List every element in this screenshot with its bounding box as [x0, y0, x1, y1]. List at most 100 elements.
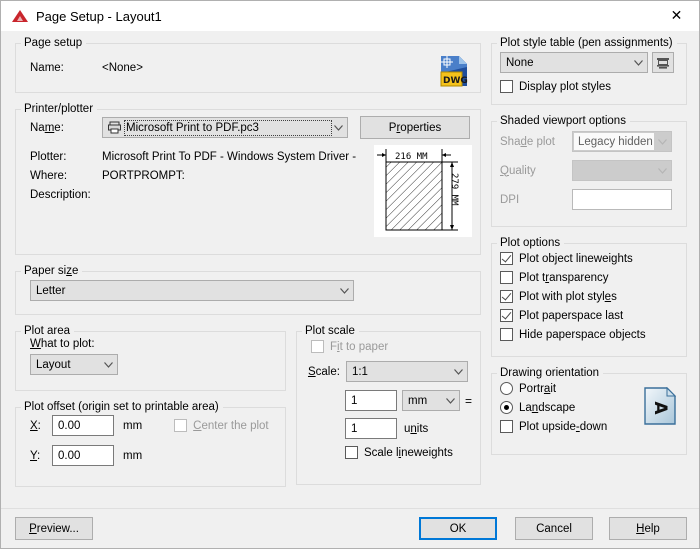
properties-button-label: operties — [400, 122, 441, 134]
plot-style-table-group: Plot style table (pen assignments) None — [491, 37, 687, 105]
plot-transparency-label: Plot transparency — [519, 272, 609, 284]
equals-sign: = — [465, 394, 472, 408]
plot-option-row[interactable]: Plot paperspace last — [500, 309, 678, 322]
plot-offset-y-label: Y: — [30, 450, 52, 462]
page-setup-name-label: Name: — [30, 62, 102, 74]
paper-size-value: Letter — [36, 285, 336, 297]
help-button[interactable]: Help — [609, 517, 687, 540]
plot-offset-x-input[interactable]: 0.00 — [52, 415, 114, 436]
plot-style-edit-button[interactable] — [652, 52, 674, 73]
plot-scale-legend: Plot scale — [302, 325, 359, 337]
close-icon[interactable]: ✕ — [654, 1, 699, 30]
paper-size-combo[interactable]: Letter — [30, 280, 354, 301]
drawing-orientation-legend: Drawing orientation — [497, 367, 603, 379]
scale-denominator-input[interactable]: 1 — [345, 418, 397, 439]
shade-plot-label: Shade plot — [500, 136, 572, 148]
what-to-plot-combo[interactable]: Layout — [30, 354, 118, 375]
plot-options-legend: Plot options — [497, 237, 564, 249]
svg-text:A: A — [650, 401, 670, 415]
shaded-viewport-group: Shaded viewport options Shade plot Legac… — [491, 115, 687, 227]
preview-button-label: review... — [37, 523, 79, 535]
fit-to-paper-checkbox[interactable] — [311, 340, 324, 353]
portrait-label: Portrait — [519, 383, 556, 395]
hide-paperspace-objects-label: Hide paperspace objects — [519, 329, 646, 341]
printer-plotter-legend: Printer/plotter — [21, 103, 97, 115]
printer-name-combo[interactable]: Microsoft Print to PDF.pc3 — [102, 117, 348, 138]
page-setup-name-value: <None> — [102, 62, 143, 74]
paper-size-group: Paper size Letter — [15, 265, 481, 315]
plot-option-row[interactable]: Plot with plot styles — [500, 290, 678, 303]
preview-button[interactable]: Preview... — [15, 517, 93, 540]
center-the-plot-label: Center the plot — [193, 420, 268, 432]
plot-with-plot-styles-checkbox[interactable] — [500, 290, 513, 303]
chevron-down-icon — [630, 60, 647, 66]
scale-numerator-value: 1 — [351, 395, 357, 407]
plot-offset-y-value: 0.00 — [58, 450, 80, 462]
plot-object-lineweights-checkbox[interactable] — [500, 252, 513, 265]
drawing-orientation-group: Drawing orientation Portrait Landscape P… — [491, 367, 687, 455]
plot-transparency-checkbox[interactable] — [500, 271, 513, 284]
plot-object-lineweights-label: Plot object lineweights — [519, 253, 633, 265]
chevron-down-icon — [336, 288, 353, 294]
landscape-page-icon: A — [644, 387, 676, 425]
cancel-button[interactable]: Cancel — [515, 517, 593, 540]
chevron-down-icon — [330, 125, 347, 131]
center-the-plot-checkbox[interactable] — [174, 419, 187, 432]
printer-name-value: Microsoft Print to PDF.pc3 — [126, 122, 330, 134]
plot-offset-y-unit: mm — [123, 450, 142, 462]
description-label: Description: — [30, 189, 102, 201]
scale-label: Scale: — [308, 366, 340, 378]
quality-label: Quality — [500, 165, 572, 177]
plot-option-row[interactable]: Plot transparency — [500, 271, 678, 284]
properties-button[interactable]: Properties — [360, 116, 470, 139]
chevron-down-icon — [442, 398, 459, 404]
where-label: Where: — [30, 170, 102, 182]
portrait-radio[interactable] — [500, 382, 513, 395]
what-to-plot-label: What to plot: — [30, 338, 277, 350]
scale-unit-value: mm — [408, 395, 442, 407]
paper-size-legend: Paper size — [21, 265, 82, 277]
plot-option-row[interactable]: Plot object lineweights — [500, 252, 678, 265]
plot-option-row[interactable]: Hide paperspace objects — [500, 328, 678, 341]
plot-paperspace-last-checkbox[interactable] — [500, 309, 513, 322]
plot-upside-down-label: Plot upside-down — [519, 421, 607, 433]
dpi-input — [572, 189, 672, 210]
plot-with-plot-styles-label: Plot with plot styles — [519, 291, 617, 303]
ok-button[interactable]: OK — [419, 517, 497, 540]
plot-offset-x-value: 0.00 — [58, 420, 80, 432]
title-bar: Page Setup - Layout1 ✕ — [1, 1, 699, 31]
landscape-radio[interactable] — [500, 401, 513, 414]
display-plot-styles-checkbox[interactable] — [500, 80, 513, 93]
autocad-logo-icon — [12, 8, 28, 24]
what-to-plot-value: Layout — [36, 359, 100, 371]
page-setup-legend: Page setup — [21, 37, 86, 49]
scale-lineweights-checkbox[interactable] — [345, 446, 358, 459]
units-label: units — [404, 423, 428, 435]
left-column: Page setup Name: <None> DWG — [15, 37, 481, 497]
plot-scale-group: Plot scale Fit to paper Scale: 1:1 — [296, 325, 481, 485]
plot-style-table-combo[interactable]: None — [500, 52, 648, 73]
plot-offset-legend: Plot offset (origin set to printable are… — [21, 401, 223, 413]
help-button-label: elp — [644, 523, 659, 535]
right-column: Plot style table (pen assignments) None — [491, 37, 687, 465]
plotter-label: Plotter: — [30, 151, 102, 163]
scale-unit-combo[interactable]: mm — [402, 390, 460, 411]
paper-width-text: 216 MM — [395, 152, 428, 162]
fit-to-paper-label: Fit to paper — [330, 341, 388, 353]
paper-height-text: 279 MM — [449, 173, 459, 206]
plot-options-group: Plot options Plot object lineweights Plo… — [491, 237, 687, 357]
hide-paperspace-objects-checkbox[interactable] — [500, 328, 513, 341]
printer-name-label: Name: — [30, 122, 102, 134]
plotter-value: Microsoft Print To PDF - Windows System … — [102, 151, 360, 163]
chevron-down-icon — [100, 362, 117, 368]
scale-numerator-input[interactable]: 1 — [345, 390, 397, 411]
scale-combo[interactable]: 1:1 — [346, 361, 468, 382]
plot-offset-y-input[interactable]: 0.00 — [52, 445, 114, 466]
landscape-label: Landscape — [519, 402, 575, 414]
dialog-footer: Preview... OK Cancel Help — [1, 508, 699, 548]
plot-style-table-legend: Plot style table (pen assignments) — [497, 37, 677, 49]
display-plot-styles-label: Display plot styles — [519, 81, 611, 93]
plot-upside-down-checkbox[interactable] — [500, 420, 513, 433]
chevron-down-icon — [450, 369, 467, 375]
printer-plotter-group: Printer/plotter Name: Microsoft Print to… — [15, 103, 481, 255]
